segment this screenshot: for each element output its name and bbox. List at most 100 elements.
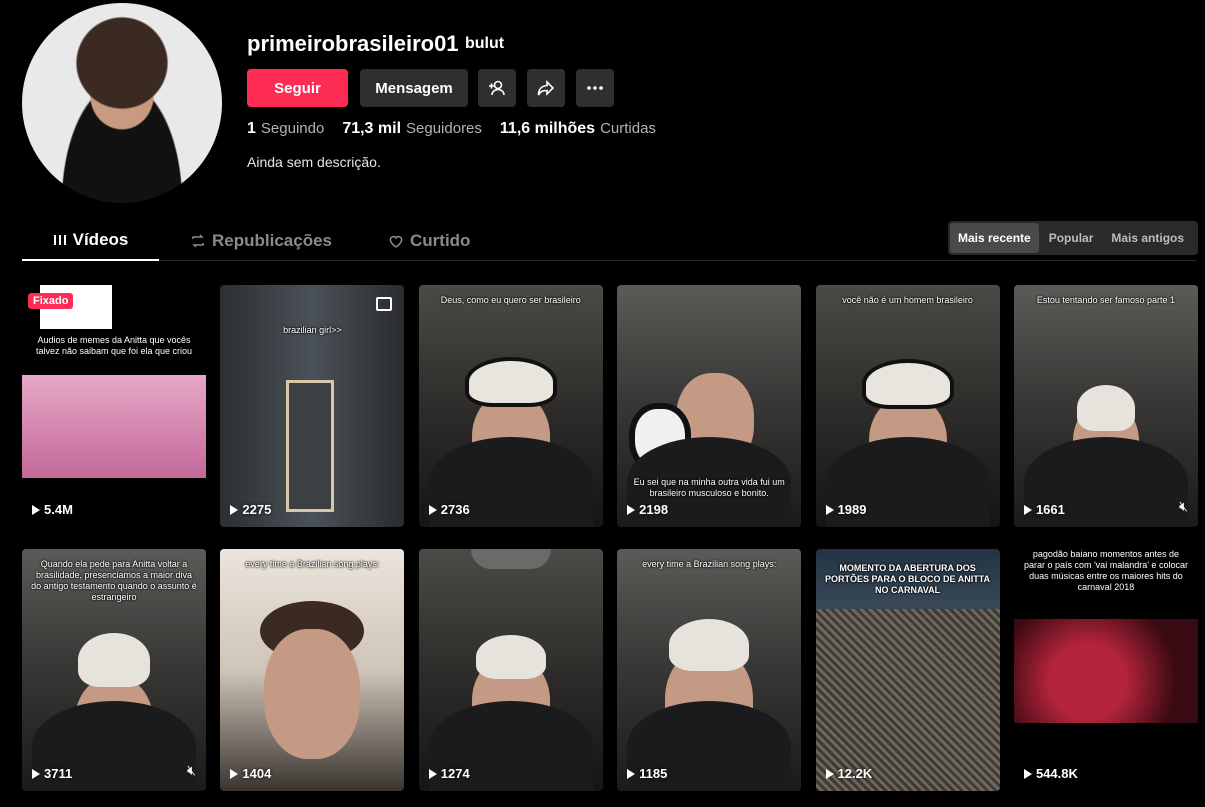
view-count-value: 2736 — [440, 502, 470, 517]
video-caption: Estou tentando ser famoso parte 1 — [1036, 295, 1175, 305]
more-dots-icon — [587, 86, 603, 90]
sort-segmented-control: Mais recente Popular Mais antigos — [948, 221, 1198, 255]
stat-likes: 11,6 milhões Curtidas — [500, 120, 656, 138]
video-caption: você não é um homem brasileiro — [842, 295, 973, 305]
bunny-hat-image — [1076, 385, 1135, 431]
video-caption: every time a Brazilian song plays: — [245, 559, 380, 569]
video-card[interactable]: 1274 — [418, 549, 603, 791]
stat-likes-value: 11,6 milhões — [499, 120, 596, 137]
video-card[interactable]: Quando ela pede para Anitta voltar a bra… — [22, 549, 206, 791]
play-icon — [627, 768, 636, 779]
tab-reposts[interactable]: Republicações — [190, 220, 332, 261]
profile-username: primeirobrasileiro01 — [247, 31, 459, 56]
view-count-value: 2275 — [242, 502, 272, 517]
message-button[interactable]: Mensagem — [360, 69, 468, 107]
stat-likes-label: Curtidas — [600, 120, 656, 137]
avatar[interactable] — [22, 3, 222, 203]
add-friend-button[interactable] — [478, 69, 516, 107]
add-user-icon — [489, 80, 505, 96]
view-count: 2736 — [428, 502, 470, 517]
video-caption: Audios de memes da Anitta que vocês talv… — [35, 335, 193, 356]
concert-photo-image — [1013, 619, 1198, 723]
face-image — [264, 629, 361, 759]
follow-button[interactable]: Seguir — [247, 69, 348, 107]
view-count: 5.4M — [32, 502, 73, 517]
stat-followers[interactable]: 71,3 mil Seguidores — [342, 120, 482, 138]
video-card[interactable]: MOMENTO DA ABERTURA DOS PORTÕES PARA O B… — [815, 549, 1000, 791]
bunny-hat-image — [475, 635, 546, 679]
stat-following[interactable]: 1 Seguindo — [247, 120, 324, 138]
sort-oldest[interactable]: Mais antigos — [1103, 223, 1192, 253]
play-icon — [825, 768, 834, 779]
view-count: 544.8K — [1023, 766, 1078, 781]
view-count-value: 1185 — [639, 766, 668, 781]
muted-speaker-icon[interactable]: 🔇︎ — [1179, 498, 1188, 515]
heart-outline-icon — [389, 235, 403, 248]
view-count-value: 5.4M — [44, 502, 73, 517]
stat-followers-label: Seguidores — [406, 120, 482, 137]
view-count: 3711 — [32, 766, 72, 781]
share-button[interactable] — [527, 69, 565, 107]
video-grid: Fixado Audios de memes da Anitta que voc… — [22, 285, 1198, 791]
stat-following-label: Seguindo — [260, 120, 325, 137]
tab-videos[interactable]: Vídeos — [22, 220, 159, 261]
view-count-value: 1989 — [837, 502, 867, 517]
pinned-badge: Fixado — [28, 293, 74, 309]
video-card[interactable]: Estou tentando ser famoso parte 1 1661 🔇… — [1013, 285, 1198, 527]
view-count: 1274 — [428, 766, 470, 781]
repost-icon — [192, 233, 204, 248]
mirror-image — [286, 380, 335, 512]
photo-carousel-icon — [376, 297, 393, 311]
view-count-value: 1404 — [242, 766, 272, 781]
play-icon — [1023, 768, 1032, 779]
profile-stats: 1 Seguindo 71,3 mil Seguidores 11,6 milhõe… — [247, 120, 656, 138]
video-caption: Quando ela pede para Anitta voltar a bra… — [31, 559, 197, 602]
play-icon — [32, 768, 40, 779]
video-card[interactable]: Eu sei que na minha outra vida fui um br… — [617, 285, 802, 527]
stat-following-value: 1 — [247, 120, 256, 137]
view-count: 1185 — [627, 766, 667, 781]
profile-bio: Ainda sem descrição. — [247, 154, 381, 170]
tab-reposts-label: Republicações — [212, 230, 332, 250]
play-icon — [428, 504, 437, 515]
play-icon — [1023, 504, 1032, 515]
play-icon — [230, 504, 239, 515]
view-count: 1989 — [825, 502, 867, 517]
view-count-value: 1661 — [1035, 502, 1065, 517]
video-card[interactable]: Deus, como eu quero ser brasileiro 2736 — [418, 285, 603, 527]
play-icon — [32, 504, 40, 515]
bunny-hat-image — [78, 633, 150, 687]
video-card[interactable]: você não é um homem brasileiro 1989 — [815, 285, 1000, 527]
view-count: 2198 — [627, 502, 668, 517]
video-caption: Eu sei que na minha outra vida fui um br… — [633, 477, 785, 498]
view-count-value: 544.8K — [1035, 766, 1078, 781]
tab-liked[interactable]: Curtido — [388, 220, 470, 261]
video-card[interactable]: every time a Brazilian song plays: 1185 — [617, 549, 802, 791]
tab-liked-label: Curtido — [410, 230, 471, 250]
video-caption: Deus, como eu quero ser brasileiro — [440, 295, 581, 305]
view-count-value: 3711 — [44, 766, 73, 781]
hat-image — [464, 357, 557, 407]
crowd-image — [815, 609, 1000, 791]
video-card[interactable]: Fixado Audios de memes da Anitta que voc… — [22, 285, 206, 527]
sort-latest[interactable]: Mais recente — [950, 223, 1039, 253]
anitta-photo-image — [22, 375, 206, 478]
play-icon — [230, 768, 239, 779]
view-count: 2275 — [230, 502, 271, 517]
muted-speaker-icon[interactable]: 🔇︎ — [187, 762, 196, 779]
video-caption: MOMENTO DA ABERTURA DOS PORTÕES PARA O B… — [825, 563, 991, 595]
more-options-button[interactable] — [576, 69, 614, 107]
view-count-value: 1274 — [440, 766, 470, 781]
video-card[interactable]: every time a Brazilian song plays: 1404 — [220, 549, 405, 791]
view-count: 12.2K — [825, 766, 873, 781]
tab-videos-label: Vídeos — [72, 229, 129, 249]
hat-image — [861, 359, 954, 409]
view-count: 1661 — [1023, 502, 1065, 517]
video-caption: brazilian girl>> — [283, 325, 342, 335]
view-count-value: 12.2K — [837, 766, 873, 781]
video-card[interactable]: brazilian girl>> 2275 — [220, 285, 405, 527]
sort-popular[interactable]: Popular — [1041, 223, 1102, 253]
play-icon — [627, 504, 636, 515]
video-card[interactable]: pagodão baiano momentos antes de parar o… — [1013, 549, 1198, 791]
video-caption: every time a Brazilian song plays: — [642, 559, 777, 569]
